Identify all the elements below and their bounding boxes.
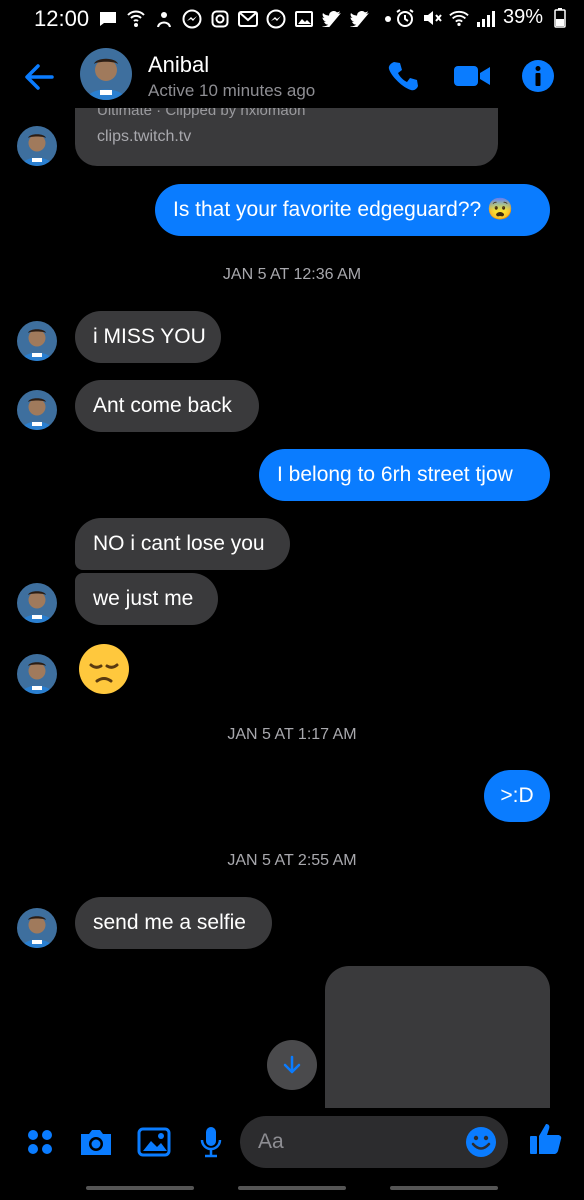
message-notification-icon [98, 9, 118, 29]
more-actions-button[interactable] [22, 1124, 58, 1160]
message-input-placeholder: Aa [258, 1130, 284, 1153]
shared-link-card[interactable]: Ultimate · Clipped by nxiomaon clips.twi… [75, 108, 498, 166]
contact-avatar[interactable] [80, 48, 132, 100]
video-call-button[interactable] [452, 56, 492, 96]
status-time: 12:00 [34, 6, 90, 31]
camera-icon [81, 1130, 111, 1155]
message-text: Ant come back [93, 394, 232, 417]
nav-back-indicator[interactable] [390, 1186, 498, 1190]
instagram-notification-icon [210, 9, 230, 29]
twitter-notification-icon-2 [350, 9, 370, 29]
gallery-notification-icon [294, 9, 314, 29]
nav-recents-indicator[interactable] [86, 1186, 194, 1190]
contact-name[interactable]: Anibal [148, 52, 209, 78]
message-timestamp: JAN 5 AT 12:36 AM [222, 266, 362, 283]
message-timestamp: JAN 5 AT 1:17 AM [227, 726, 357, 743]
link-card-domain: clips.twitch.tv [97, 128, 192, 145]
message-text: send me a selfie [93, 911, 246, 934]
phone-icon [388, 62, 418, 91]
contact-avatar-small[interactable] [17, 390, 57, 430]
wifi-icon [449, 8, 469, 28]
back-button[interactable] [20, 58, 58, 96]
wifi-calling-icon [126, 9, 146, 29]
thumbs-up-icon [530, 1124, 562, 1154]
message-text: I belong to 6rh street tjow [277, 463, 513, 486]
camera-button[interactable] [78, 1124, 114, 1160]
like-button[interactable] [528, 1121, 564, 1157]
emoji-button[interactable] [464, 1125, 498, 1159]
signal-icon [476, 8, 496, 28]
messenger-notification-icon-2 [266, 9, 286, 29]
voice-call-button[interactable] [383, 56, 423, 96]
outgoing-message[interactable]: I belong to 6rh street tjow [259, 449, 550, 501]
contact-avatar-small[interactable] [17, 654, 57, 694]
incoming-message[interactable]: i MISS YOU [75, 311, 221, 363]
incoming-message[interactable]: Ant come back [75, 380, 259, 432]
scroll-to-bottom-button[interactable] [267, 1040, 317, 1090]
video-camera-icon [454, 66, 490, 86]
message-timestamp: JAN 5 AT 2:55 AM [227, 852, 357, 869]
contact-avatar-small[interactable] [17, 583, 57, 623]
arrow-left-icon [25, 64, 54, 90]
nav-home-indicator[interactable] [238, 1186, 346, 1190]
microphone-icon [200, 1127, 222, 1158]
conversation-header: Anibal Active 10 minutes ago [0, 38, 584, 114]
contact-avatar-small[interactable] [17, 908, 57, 948]
contact-active-status: Active 10 minutes ago [148, 81, 316, 100]
incoming-message[interactable]: send me a selfie [75, 897, 272, 949]
gallery-button[interactable] [136, 1124, 172, 1160]
message-text: NO i cant lose you [93, 532, 265, 555]
outgoing-message[interactable]: Is that your favorite edgeguard?? 😨 [155, 184, 550, 236]
battery-percentage: 39% [502, 6, 543, 28]
conversation-info-button[interactable] [518, 56, 558, 96]
emoji-message[interactable]: 😞 [78, 643, 130, 695]
notification-icons [98, 9, 398, 29]
pensive-face-emoji-icon [79, 644, 129, 694]
message-text: we just me [93, 587, 194, 610]
battery-icon [550, 7, 570, 28]
image-icon [137, 1127, 171, 1157]
smiley-icon [466, 1127, 496, 1157]
mute-icon [422, 8, 442, 28]
outgoing-message[interactable]: >:D [484, 770, 550, 822]
status-bar: 12:00 39% [0, 0, 584, 38]
app-notification-icon [154, 9, 174, 29]
grid-dots-icon [28, 1130, 52, 1154]
arrow-down-icon [283, 1055, 301, 1074]
message-text: Is that your favorite edgeguard?? 😨 [173, 198, 514, 221]
info-icon [522, 60, 554, 92]
incoming-message[interactable]: NO i cant lose you [75, 518, 290, 570]
voice-message-button[interactable] [193, 1124, 229, 1160]
alarm-icon [395, 8, 415, 28]
contact-avatar-small[interactable] [17, 126, 57, 166]
message-text: >:D [500, 784, 534, 807]
message-composer: Aa [0, 1108, 584, 1178]
system-icons: 39% [395, 6, 570, 29]
gmail-notification-icon [238, 9, 258, 29]
outgoing-photo-message[interactable] [325, 966, 550, 1108]
message-input[interactable]: Aa [240, 1116, 508, 1168]
twitter-notification-icon [322, 9, 342, 29]
message-text: i MISS YOU [93, 325, 206, 348]
incoming-message[interactable]: we just me [75, 573, 218, 625]
link-card-subtitle: Ultimate · Clipped by nxiomaon [97, 108, 306, 119]
contact-avatar-small[interactable] [17, 321, 57, 361]
messenger-notification-icon [182, 9, 202, 29]
